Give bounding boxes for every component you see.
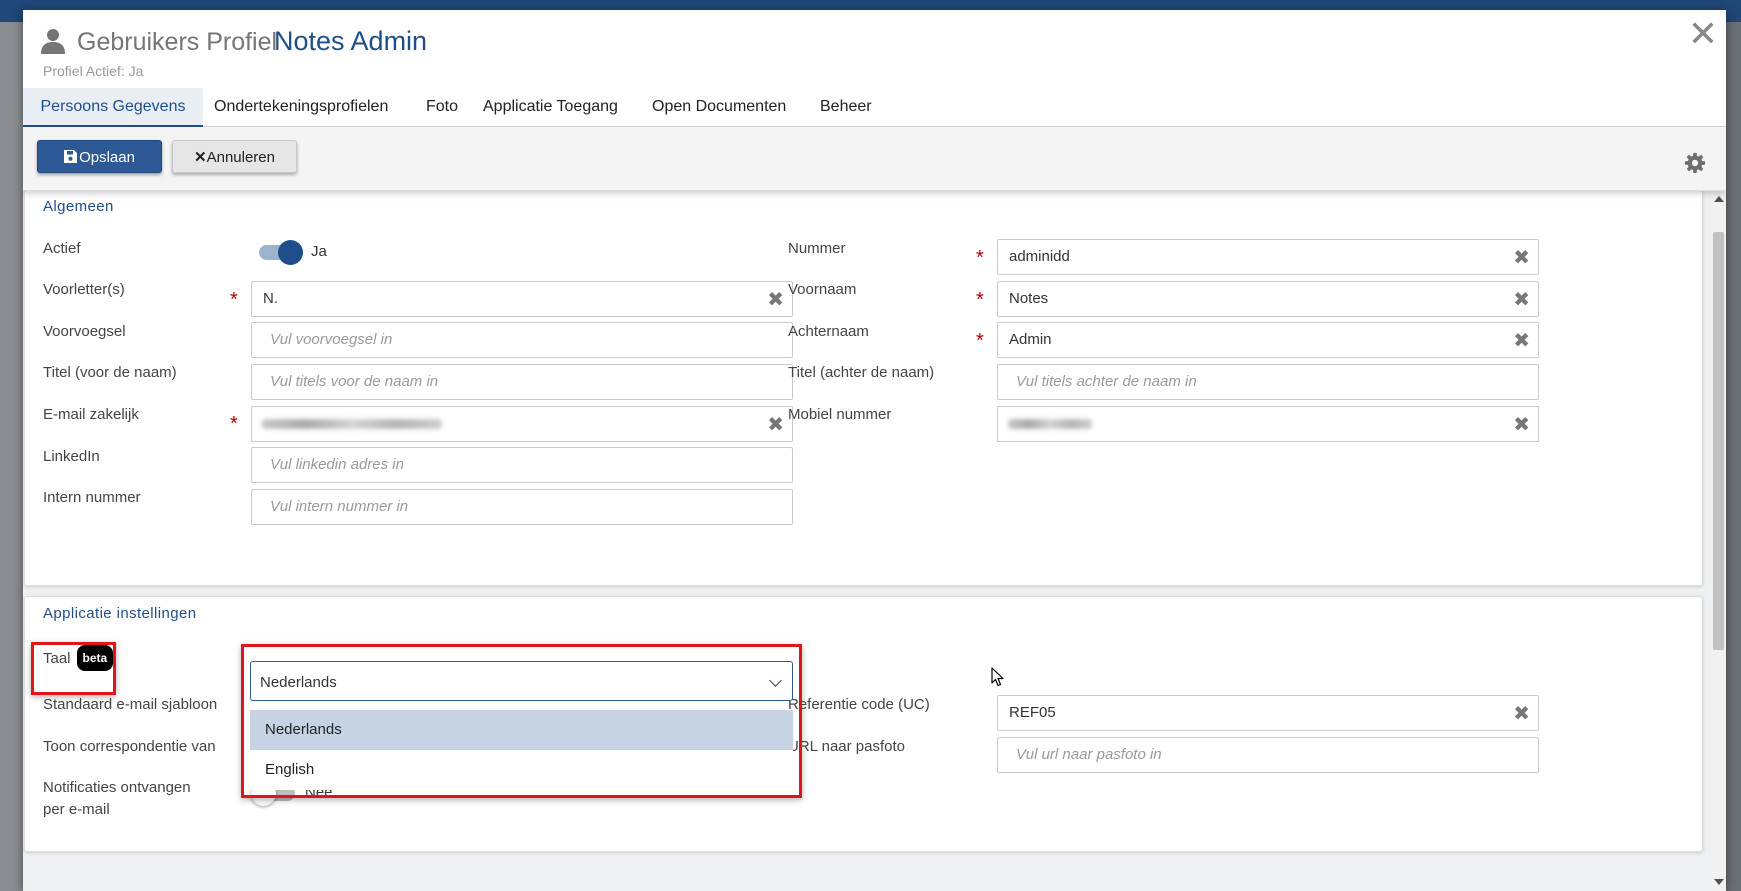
scroll-up-arrow-icon[interactable] bbox=[1714, 196, 1724, 202]
titel-voor-placeholder: Vul titels voor de naam in bbox=[270, 373, 439, 390]
referentie-field[interactable]: REF05 ✖ bbox=[997, 695, 1539, 731]
dialog-title-label: Gebruikers Profiel bbox=[77, 28, 278, 56]
dialog-header: Gebruikers Profiel Notes Admin Profiel A… bbox=[23, 10, 1726, 88]
achternaam-value: Admin bbox=[1009, 331, 1052, 348]
cancel-button-label: Annuleren bbox=[206, 149, 275, 166]
pasfoto-label: URL naar pasfoto bbox=[788, 738, 906, 755]
correspondentie-label: Toon correspondentie van bbox=[43, 738, 216, 755]
voornaam-label: Voornaam bbox=[788, 281, 857, 298]
titel-achter-field[interactable]: Vul titels achter de naam in bbox=[997, 364, 1539, 400]
actief-value: Ja bbox=[311, 243, 327, 260]
close-icon[interactable]: ✕ bbox=[1688, 16, 1718, 52]
voornaam-field[interactable]: Notes ✖ bbox=[997, 281, 1539, 317]
save-button[interactable]: Opslaan bbox=[37, 140, 162, 173]
gear-icon[interactable] bbox=[1684, 152, 1706, 174]
achternaam-label: Achternaam bbox=[788, 323, 869, 340]
referentie-label: Referentie code (UC) bbox=[788, 696, 930, 713]
intern-nummer-placeholder: Vul intern nummer in bbox=[270, 498, 409, 515]
mobiel-label: Mobiel nummer bbox=[788, 406, 892, 423]
voorletters-label: Voorletter(s) bbox=[43, 281, 125, 298]
required-asterisk: * bbox=[230, 413, 238, 435]
actief-label: Actief bbox=[43, 240, 81, 257]
titel-achter-placeholder: Vul titels achter de naam in bbox=[1016, 373, 1197, 390]
titel-voor-field[interactable]: Vul titels voor de naam in bbox=[251, 364, 793, 400]
required-asterisk: * bbox=[976, 247, 984, 269]
nummer-label: Nummer bbox=[788, 240, 846, 257]
required-asterisk: * bbox=[230, 289, 238, 311]
user-icon bbox=[41, 29, 65, 54]
nummer-field[interactable]: adminidd ✖ bbox=[997, 239, 1539, 275]
linkedin-field[interactable]: Vul linkedin adres in bbox=[251, 447, 793, 483]
email-field[interactable]: ✖ bbox=[251, 406, 793, 442]
section-title-applicatie: Applicatie instellingen bbox=[43, 605, 197, 622]
clear-icon[interactable]: ✖ bbox=[1513, 245, 1530, 270]
achternaam-field[interactable]: Admin ✖ bbox=[997, 322, 1539, 358]
profile-active-status: Profiel Actief: Ja bbox=[43, 63, 144, 79]
intern-nummer-field[interactable]: Vul intern nummer in bbox=[251, 489, 793, 525]
tab-applicatie-toegang[interactable]: Applicatie Toegang bbox=[483, 88, 618, 126]
tab-bar: Persoons Gegevens Ondertekeningsprofiele… bbox=[23, 88, 1726, 127]
tab-beheer[interactable]: Beheer bbox=[820, 88, 872, 126]
tab-foto[interactable]: Foto bbox=[426, 88, 458, 126]
scroll-down-arrow-icon[interactable] bbox=[1714, 879, 1724, 885]
section-title-algemeen: Algemeen bbox=[43, 198, 114, 215]
toolbar: Opslaan ✕Annuleren bbox=[23, 127, 1726, 191]
user-profile-dialog: Gebruikers Profiel Notes Admin Profiel A… bbox=[23, 10, 1726, 891]
actief-toggle-knob bbox=[278, 240, 303, 265]
clear-icon[interactable]: ✖ bbox=[767, 287, 784, 312]
pasfoto-field[interactable]: Vul url naar pasfoto in bbox=[997, 737, 1539, 773]
email-value-redacted bbox=[262, 419, 442, 429]
nummer-value: adminidd bbox=[1009, 248, 1070, 265]
clear-icon[interactable]: ✖ bbox=[767, 412, 784, 437]
tab-open-documenten[interactable]: Open Documenten bbox=[652, 88, 786, 126]
clear-icon[interactable]: ✖ bbox=[1513, 412, 1530, 437]
mouse-pointer-icon bbox=[991, 667, 1004, 687]
voorvoegsel-field[interactable]: Vul voorvoegsel in bbox=[251, 322, 793, 358]
voorletters-field[interactable]: N. ✖ bbox=[251, 281, 793, 317]
required-asterisk: * bbox=[976, 289, 984, 311]
vertical-scrollbar[interactable] bbox=[1711, 190, 1726, 891]
tab-persoons-gegevens[interactable]: Persoons Gegevens bbox=[23, 88, 203, 127]
floppy-disk-icon bbox=[64, 150, 78, 163]
required-asterisk: * bbox=[976, 330, 984, 352]
mobiel-field[interactable]: ✖ bbox=[997, 406, 1539, 442]
tab-ondertekeningsprofielen[interactable]: Ondertekeningsprofielen bbox=[214, 88, 388, 126]
actief-toggle[interactable] bbox=[257, 240, 305, 265]
voornaam-value: Notes bbox=[1009, 290, 1049, 307]
titel-voor-label: Titel (voor de naam) bbox=[43, 364, 177, 381]
background-app-sidebar bbox=[0, 22, 24, 891]
linkedin-placeholder: Vul linkedin adres in bbox=[270, 456, 404, 473]
times-icon: ✕ bbox=[194, 149, 207, 166]
clear-icon[interactable]: ✖ bbox=[1513, 287, 1530, 312]
titel-achter-label: Titel (achter de naam) bbox=[788, 364, 935, 381]
mobiel-value-redacted bbox=[1008, 419, 1092, 429]
cancel-button[interactable]: ✕Annuleren bbox=[172, 140, 297, 173]
email-label: E-mail zakelijk bbox=[43, 406, 139, 423]
highlight-taal-dropdown bbox=[241, 644, 802, 798]
voorvoegsel-label: Voorvoegsel bbox=[43, 323, 126, 340]
notificaties-label: Notificaties ontvangen per e-mail bbox=[43, 779, 191, 818]
dialog-title-name: Notes Admin bbox=[274, 26, 428, 56]
highlight-taal-label bbox=[31, 642, 116, 695]
intern-nummer-label: Intern nummer bbox=[43, 489, 141, 506]
voorvoegsel-placeholder: Vul voorvoegsel in bbox=[270, 331, 393, 348]
scroll-thumb[interactable] bbox=[1713, 232, 1724, 650]
panel-algemeen: Algemeen Actief Ja Voorletter(s) * N. ✖ … bbox=[24, 190, 1703, 586]
pasfoto-placeholder: Vul url naar pasfoto in bbox=[1016, 746, 1162, 763]
save-button-label: Opslaan bbox=[79, 149, 135, 166]
email-sjabloon-label: Standaard e-mail sjabloon bbox=[43, 696, 218, 713]
referentie-value: REF05 bbox=[1009, 704, 1056, 721]
clear-icon[interactable]: ✖ bbox=[1513, 328, 1530, 353]
clear-icon[interactable]: ✖ bbox=[1513, 701, 1530, 726]
voorletters-value: N. bbox=[263, 290, 278, 307]
linkedin-label: LinkedIn bbox=[43, 448, 100, 465]
